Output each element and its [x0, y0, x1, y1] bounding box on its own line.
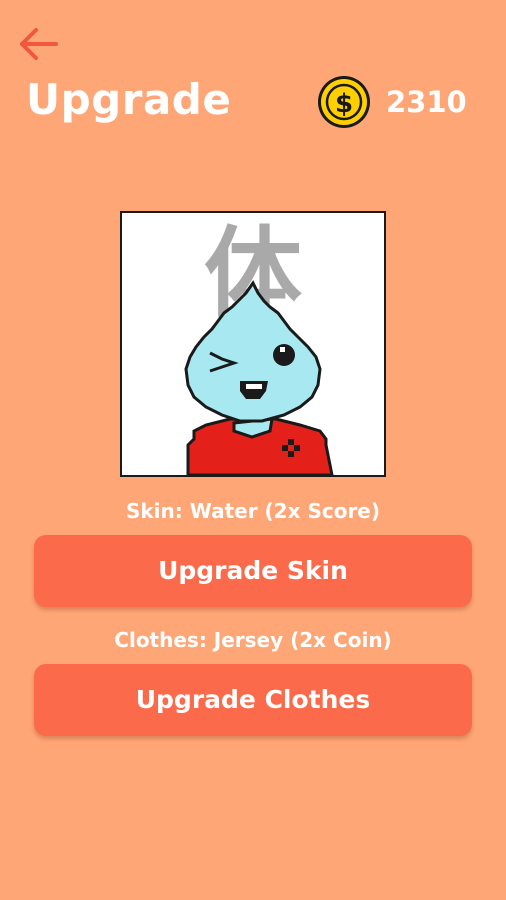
- dollar-coin-icon: $: [316, 74, 372, 130]
- page-title: Upgrade: [26, 75, 232, 124]
- water-character-sprite: [184, 280, 334, 475]
- upgrade-clothes-button[interactable]: Upgrade Clothes: [34, 664, 472, 736]
- upgrade-skin-button[interactable]: Upgrade Skin: [34, 535, 472, 607]
- back-button[interactable]: [18, 24, 62, 64]
- coin-count: 2310: [386, 85, 467, 119]
- avatar-preview: 体: [120, 211, 386, 477]
- arrow-left-icon: [20, 28, 58, 60]
- svg-text:$: $: [335, 89, 353, 119]
- skin-label: Skin: Water (2x Score): [125, 499, 381, 523]
- clothes-label: Clothes: Jersey (2x Coin): [114, 628, 392, 652]
